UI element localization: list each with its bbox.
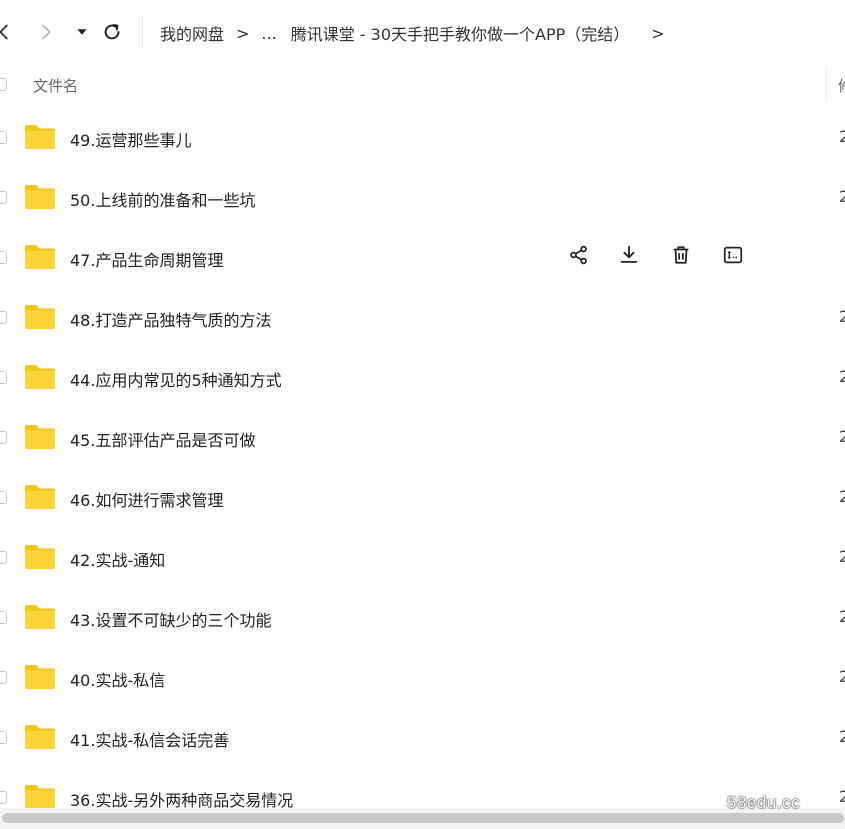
file-row[interactable]: 45.五部评估产品是否可做 2: [0, 408, 845, 468]
modified-date: 2: [839, 607, 845, 626]
file-row[interactable]: 40.实战-私信 2: [0, 648, 845, 708]
modified-date: 2: [839, 187, 845, 206]
row-checkbox[interactable]: [0, 371, 7, 384]
folder-icon: [24, 244, 56, 270]
file-name[interactable]: 48.打造产品独特气质的方法: [70, 307, 271, 331]
modified-date: 2: [839, 547, 845, 566]
breadcrumb-separator: >: [236, 23, 250, 43]
folder-icon: [24, 664, 56, 690]
file-name[interactable]: 43.设置不可缺少的三个功能: [70, 607, 271, 631]
chevron-right-icon[interactable]: [32, 18, 60, 46]
row-checkbox[interactable]: [0, 311, 7, 324]
breadcrumb-ellipsis[interactable]: ...: [261, 24, 276, 43]
folder-icon: [24, 604, 56, 630]
delete-icon[interactable]: [668, 242, 694, 268]
file-name[interactable]: 49.运营那些事儿: [70, 127, 191, 151]
file-row[interactable]: 46.如何进行需求管理 2: [0, 468, 845, 528]
share-icon[interactable]: [566, 242, 592, 268]
file-name[interactable]: 47.产品生命周期管理: [70, 247, 223, 271]
file-row[interactable]: 48.打造产品独特气质的方法 2: [0, 288, 845, 348]
file-row[interactable]: 42.实战-通知 2: [0, 528, 845, 588]
file-name[interactable]: 42.实战-通知: [70, 547, 165, 571]
modified-date: 2: [839, 727, 845, 746]
modified-date: 2: [839, 667, 845, 686]
row-checkbox[interactable]: [0, 611, 7, 624]
folder-icon: [24, 184, 56, 210]
row-checkbox[interactable]: [0, 791, 7, 804]
folder-icon: [24, 544, 56, 570]
chevron-left-icon[interactable]: [0, 18, 18, 46]
folder-icon: [24, 784, 56, 810]
horizontal-scrollbar[interactable]: [0, 808, 845, 829]
row-checkbox[interactable]: [0, 551, 7, 564]
folder-icon: [24, 424, 56, 450]
file-row[interactable]: 44.应用内常见的5种通知方式 2: [0, 348, 845, 408]
file-name[interactable]: 45.五部评估产品是否可做: [70, 427, 255, 451]
file-row[interactable]: 49.运营那些事儿 2: [0, 108, 845, 168]
file-name[interactable]: 44.应用内常见的5种通知方式: [70, 367, 282, 391]
folder-icon: [24, 364, 56, 390]
breadcrumb-separator: >: [651, 23, 665, 43]
select-all-checkbox[interactable]: [0, 78, 7, 91]
breadcrumb: 我的网盘 > ... 腾讯课堂 - 30天手把手教你做一个APP（完结） >: [160, 20, 677, 46]
refresh-icon[interactable]: [98, 18, 126, 46]
modified-date: 2: [839, 487, 845, 506]
watermark: 58edu.cc: [727, 793, 800, 812]
column-header-modified[interactable]: 修: [838, 75, 845, 96]
toolbar: 我的网盘 > ... 腾讯课堂 - 30天手把手教你做一个APP（完结） >: [0, 0, 845, 64]
modified-date: 2: [839, 427, 845, 446]
download-icon[interactable]: [616, 242, 642, 268]
file-name[interactable]: 40.实战-私信: [70, 667, 165, 691]
modified-date: 2: [839, 127, 845, 146]
caret-down-icon[interactable]: [68, 18, 96, 46]
file-name[interactable]: 50.上线前的准备和一些坑: [70, 187, 255, 211]
row-checkbox[interactable]: [0, 431, 7, 444]
file-name[interactable]: 41.实战-私信会话完善: [70, 727, 229, 751]
row-checkbox[interactable]: [0, 731, 7, 744]
row-checkbox[interactable]: [0, 131, 7, 144]
folder-icon: [24, 304, 56, 330]
column-header-filename[interactable]: 文件名: [33, 75, 78, 96]
modified-date: 2: [839, 367, 845, 386]
toolbar-divider: [142, 16, 143, 48]
rename-icon[interactable]: [720, 242, 746, 268]
folder-icon: [24, 484, 56, 510]
file-row[interactable]: 50.上线前的准备和一些坑 2: [0, 168, 845, 228]
folder-icon: [24, 724, 56, 750]
breadcrumb-current[interactable]: 腾讯课堂 - 30天手把手教你做一个APP（完结）: [291, 21, 630, 45]
modified-date: 2: [839, 787, 845, 806]
list-header: 文件名 修: [0, 64, 845, 106]
row-checkbox[interactable]: [0, 671, 7, 684]
column-divider[interactable]: [826, 68, 827, 100]
file-row[interactable]: 43.设置不可缺少的三个功能 2: [0, 588, 845, 648]
modified-date: 2: [839, 307, 845, 326]
scrollbar-thumb[interactable]: [2, 813, 844, 823]
row-checkbox[interactable]: [0, 491, 7, 504]
row-checkbox[interactable]: [0, 251, 7, 264]
file-row[interactable]: 41.实战-私信会话完善 2: [0, 708, 845, 768]
row-checkbox[interactable]: [0, 191, 7, 204]
folder-icon: [24, 124, 56, 150]
file-row[interactable]: 47.产品生命周期管理: [0, 228, 845, 288]
file-name[interactable]: 46.如何进行需求管理: [70, 487, 223, 511]
breadcrumb-root[interactable]: 我的网盘: [160, 21, 224, 45]
